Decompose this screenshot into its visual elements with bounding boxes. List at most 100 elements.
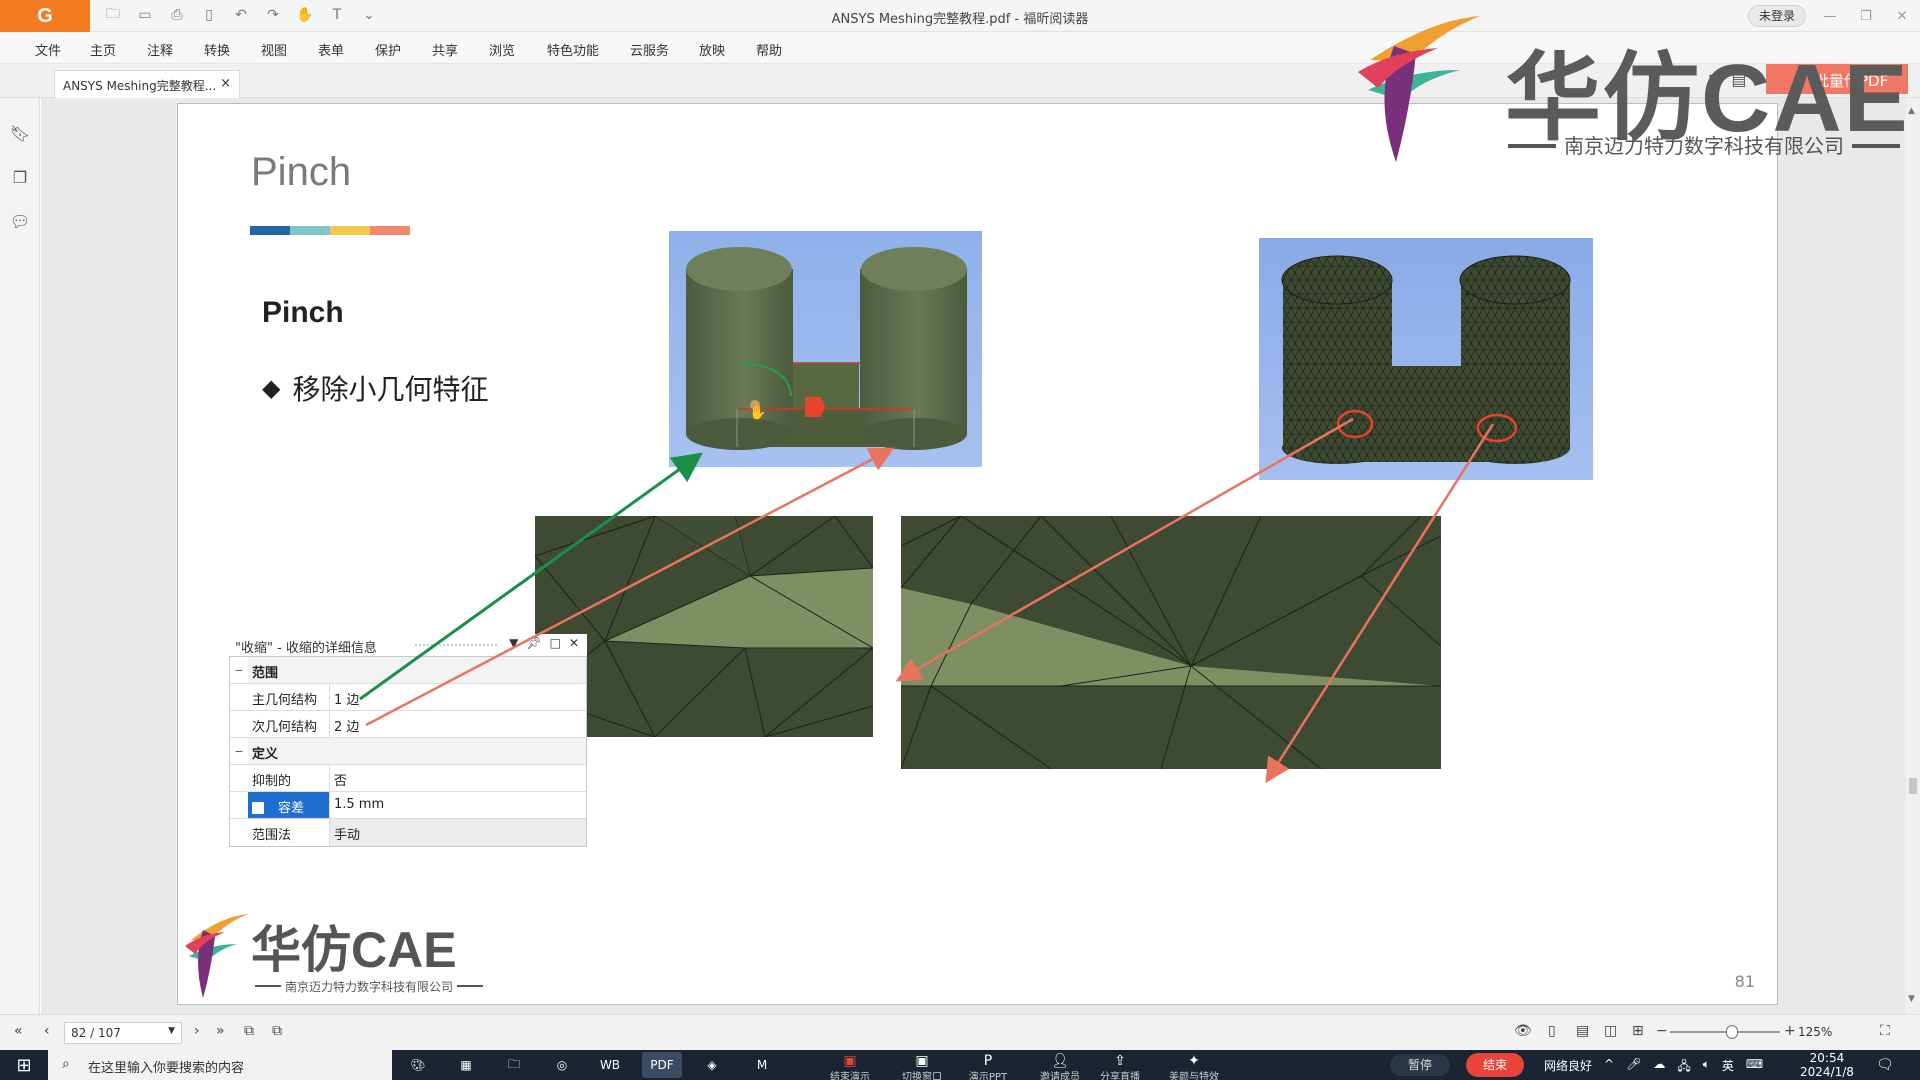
network-status[interactable]: 网络良好 <box>1544 1057 1592 1078</box>
menu-help[interactable]: 帮助 <box>756 40 782 59</box>
taskbar-app-pdf-reader[interactable]: PDF <box>642 1052 682 1078</box>
property-value[interactable]: 2 边 <box>330 711 586 737</box>
property-value[interactable]: 手动 <box>330 819 586 846</box>
menu-file[interactable]: 文件 <box>35 40 61 59</box>
menu-features[interactable]: 特色功能 <box>547 40 599 59</box>
menu-protect[interactable]: 保护 <box>375 40 401 59</box>
collapse-icon[interactable]: − <box>230 657 248 683</box>
zoom-level[interactable]: 125% <box>1798 1025 1832 1039</box>
text-select-icon[interactable]: T <box>328 6 346 24</box>
table-row[interactable]: 抑制的 否 <box>230 765 586 792</box>
thumbnail-view-icon[interactable]: ⊞ <box>1632 1023 1644 1039</box>
table-row[interactable]: 主几何结构 1 边 <box>230 684 586 711</box>
single-page-icon[interactable]: ▯ <box>1548 1023 1556 1039</box>
section-heading: Pinch <box>262 296 344 329</box>
scroll-down-icon[interactable]: ▼ <box>1908 994 1915 1004</box>
network-icon[interactable]: 🖧 <box>1677 1057 1690 1078</box>
new-doc-icon[interactable]: ▯ <box>200 6 218 24</box>
present-ppt-button[interactable]: P 演示PPT <box>960 1054 1016 1080</box>
menu-comment[interactable]: 注释 <box>147 40 173 59</box>
redo-icon[interactable]: ↷ <box>264 6 282 24</box>
menu-share[interactable]: 共享 <box>432 40 458 59</box>
continuous-page-icon[interactable]: ▤ <box>1576 1023 1589 1039</box>
menu-slideshow[interactable]: 放映 <box>699 40 725 59</box>
open-folder-icon[interactable]: 🗀 <box>104 6 122 24</box>
taskbar-search[interactable]: ⌕ 在这里输入你要搜索的内容 <box>48 1050 392 1080</box>
section-row-scope[interactable]: − 范围 <box>230 657 586 684</box>
end-presentation-button[interactable]: ▣ 结束演示 <box>822 1054 878 1080</box>
prev-page-icon[interactable]: ‹ <box>44 1023 50 1039</box>
taskbar-app-mechanical[interactable]: M <box>742 1052 782 1078</box>
property-value[interactable]: 1 边 <box>330 684 586 710</box>
microphone-icon[interactable]: 🎤︎ <box>1626 1057 1641 1078</box>
property-value[interactable]: 否 <box>330 765 586 791</box>
fullscreen-icon[interactable]: ⛶ <box>1880 1023 1890 1039</box>
cloud-icon[interactable]: ☁ <box>1653 1057 1665 1078</box>
bookmark-icon[interactable]: 🔖︎ <box>10 124 30 144</box>
copy-page-icon[interactable]: ⧉ <box>272 1023 282 1039</box>
menu-cloud[interactable]: 云服务 <box>630 40 669 59</box>
switch-window-button[interactable]: ▣ 切换窗口 <box>894 1054 950 1080</box>
pages-icon[interactable]: ❐ <box>10 168 30 188</box>
system-clock[interactable]: 20:54 2024/1/8 <box>1800 1051 1854 1079</box>
taskbar-app-tool[interactable]: ◈ <box>692 1052 732 1078</box>
menu-browse[interactable]: 浏览 <box>489 40 515 59</box>
taskbar-app-browser[interactable]: ◎ <box>542 1052 582 1078</box>
close-tab-icon[interactable]: × <box>220 76 231 91</box>
drag-handle[interactable] <box>415 644 497 646</box>
taskbar-app-paint[interactable]: 🎨︎ <box>398 1052 438 1078</box>
menu-view[interactable]: 视图 <box>261 40 287 59</box>
eye-view-icon[interactable]: 👁︎ <box>1514 1023 1532 1039</box>
first-page-icon[interactable]: « <box>14 1023 23 1039</box>
zoom-out-icon[interactable]: − <box>1656 1023 1668 1039</box>
save-icon[interactable]: ▭ <box>136 6 154 24</box>
taskbar-app-workbench[interactable]: WB <box>590 1052 630 1078</box>
property-value[interactable]: 1.5 mm <box>330 792 586 818</box>
zoom-in-icon[interactable]: + <box>1784 1023 1796 1039</box>
last-page-icon[interactable]: » <box>216 1023 225 1039</box>
undo-icon[interactable]: ↶ <box>232 6 250 24</box>
bullet-text: 移除小几何特征 <box>292 373 489 406</box>
next-page-icon[interactable]: › <box>194 1023 200 1039</box>
ime-indicator[interactable]: 英 <box>1722 1057 1734 1078</box>
foxit-logo[interactable]: G <box>0 0 90 32</box>
zoom-slider[interactable] <box>1670 1025 1780 1039</box>
menu-convert[interactable]: 转换 <box>204 40 230 59</box>
volume-icon[interactable]: 🔈︎ <box>1703 1057 1710 1078</box>
vertical-scrollbar[interactable]: ▲ ▼ <box>1906 98 1920 1014</box>
collapse-icon[interactable]: − <box>230 738 248 764</box>
comments-icon[interactable]: 💬︎ <box>10 212 30 232</box>
windows-start-icon[interactable]: ⊞ <box>0 1050 48 1080</box>
hand-tool-icon[interactable]: ✋ <box>296 6 314 24</box>
chevron-up-icon[interactable]: ^ <box>1604 1057 1614 1078</box>
table-row[interactable]: 容差 1.5 mm <box>230 792 586 819</box>
notification-icon[interactable]: 🗨︎ <box>1876 1057 1894 1073</box>
menu-home[interactable]: 主页 <box>90 40 116 59</box>
document-tab[interactable]: ANSYS Meshing完整教程... × <box>54 70 240 98</box>
extract-page-icon[interactable]: ⧉ <box>244 1023 254 1039</box>
beauty-effects-button[interactable]: ✦ 美颜与特效 <box>1166 1054 1222 1080</box>
parameter-checkbox[interactable] <box>252 802 264 814</box>
pause-button[interactable]: 暂停 <box>1390 1054 1450 1076</box>
keyboard-icon[interactable]: ⌨ <box>1746 1057 1763 1078</box>
customize-icon[interactable]: ⌄ <box>360 6 378 24</box>
chevron-down-icon[interactable]: ▼ <box>168 1026 175 1036</box>
menu-form[interactable]: 表单 <box>318 40 344 59</box>
panel-close-icon[interactable]: ✕ <box>569 636 579 650</box>
table-row[interactable]: 范围法 手动 <box>230 819 586 846</box>
panel-pin-icon[interactable]: 📌︎ <box>526 636 541 650</box>
zoom-slider-knob[interactable] <box>1726 1025 1738 1039</box>
invite-members-button[interactable]: 👤︎ 邀请成员 <box>1032 1054 1088 1080</box>
end-button[interactable]: 结束 <box>1466 1053 1524 1077</box>
facing-page-icon[interactable]: ◫ <box>1604 1023 1617 1039</box>
table-row[interactable]: 次几何结构 2 边 <box>230 711 586 738</box>
taskbar-app-calculator[interactable]: ▦ <box>446 1052 486 1078</box>
taskbar-app-explorer[interactable]: 🗀 <box>494 1052 534 1078</box>
share-live-button[interactable]: ⇪ 分享直播 <box>1092 1054 1148 1080</box>
panel-dropdown-icon[interactable]: ▼ <box>509 636 518 650</box>
print-icon[interactable]: ⎙ <box>168 6 186 24</box>
scroll-thumb[interactable] <box>1909 778 1917 794</box>
section-row-definition[interactable]: − 定义 <box>230 738 586 765</box>
panel-maximize-icon[interactable]: □ <box>550 636 561 650</box>
page-number-input[interactable]: 82 / 107 ▼ <box>64 1022 182 1044</box>
